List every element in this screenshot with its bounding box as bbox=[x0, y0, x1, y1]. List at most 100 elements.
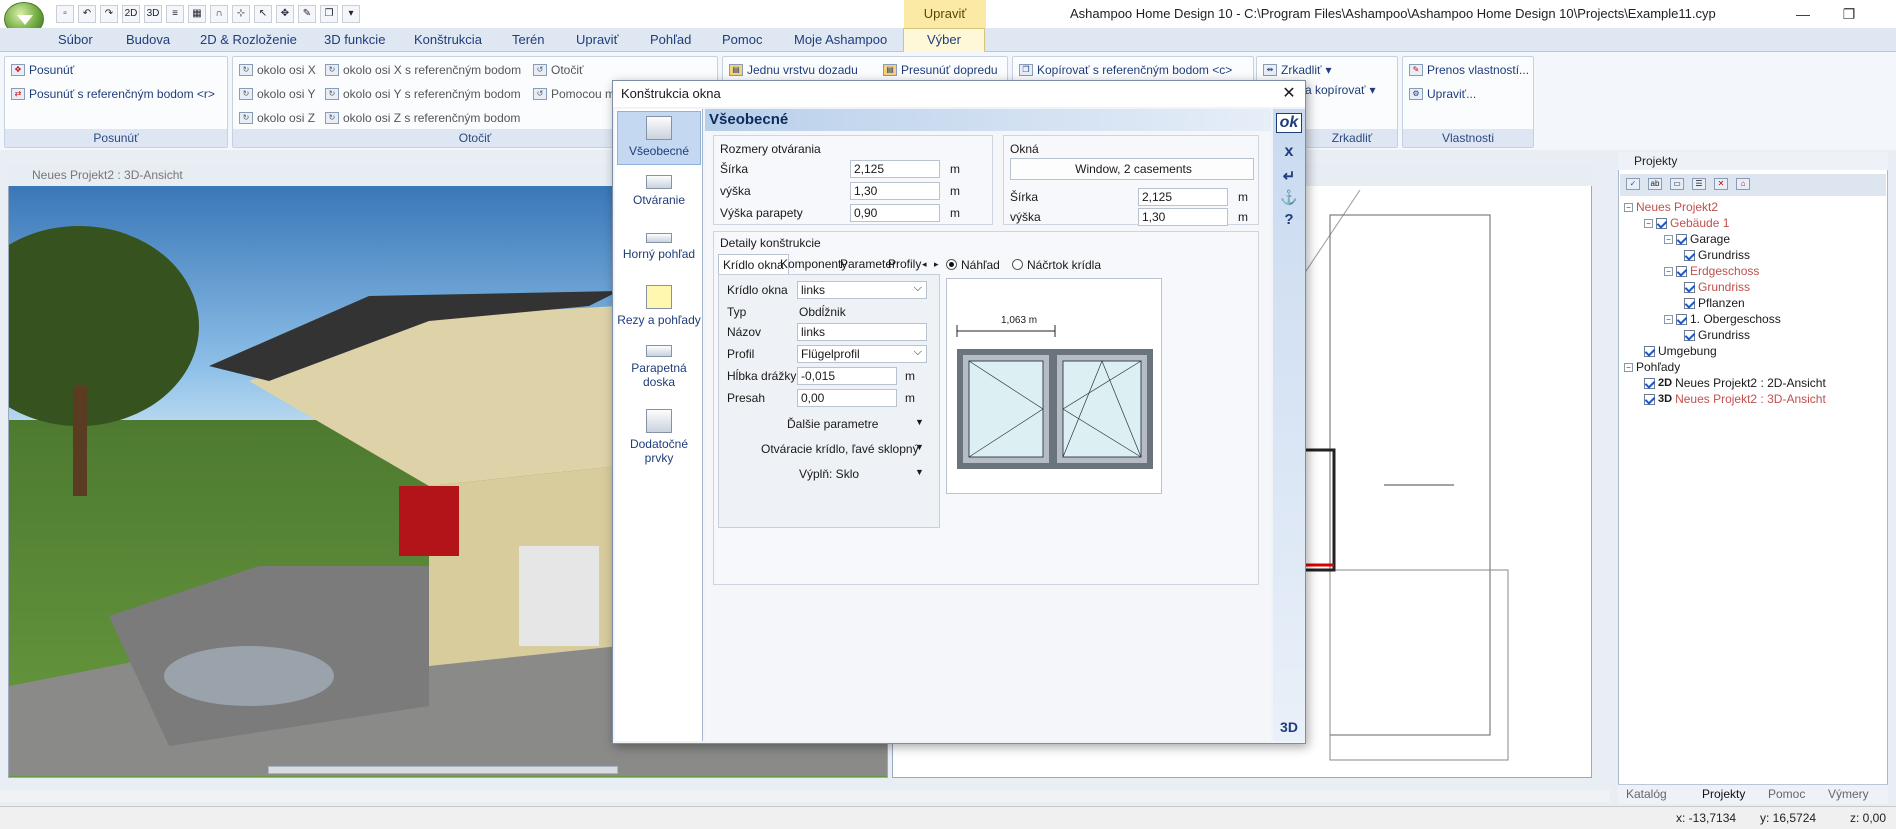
tree-item[interactable]: − Garage bbox=[1664, 232, 1730, 246]
tab-pomoc-panel[interactable]: Pomoc bbox=[1768, 787, 1805, 801]
collapse-icon[interactable]: − bbox=[1644, 218, 1653, 228]
checkbox-icon[interactable] bbox=[1644, 377, 1655, 389]
move-ref-button[interactable]: ⇄ Posunúť s referenčným bodom <r> bbox=[11, 87, 215, 101]
checkbox-icon[interactable] bbox=[1684, 297, 1695, 309]
tab-pohlad[interactable]: Pohľad bbox=[650, 32, 691, 47]
checkbox-icon[interactable] bbox=[1676, 313, 1687, 325]
chevron-down-icon[interactable]: ▼ bbox=[915, 467, 924, 477]
collapse-icon[interactable]: − bbox=[1664, 234, 1673, 244]
mirror-button[interactable]: ⇹ Zrkadliť ▾ bbox=[1263, 63, 1332, 77]
mirror-copy-button[interactable]: a kopírovať ▾ bbox=[1305, 83, 1376, 97]
tree-item[interactable]: Umgebung bbox=[1644, 344, 1717, 358]
layer-back-button[interactable]: ▤ Jednu vrstvu dozadu bbox=[729, 63, 858, 77]
name-input[interactable]: links bbox=[797, 323, 927, 341]
chevron-down-icon[interactable]: ▼ bbox=[915, 417, 924, 427]
grid-icon[interactable]: ▦ bbox=[188, 5, 206, 23]
tab-projekty[interactable]: Projekty bbox=[1702, 787, 1745, 801]
apply-button[interactable]: ↵ bbox=[1276, 167, 1302, 185]
view-3d-button[interactable]: 3D bbox=[144, 5, 162, 23]
rotate-z-ref-button[interactable]: ↻ okolo osi Z s referenčným bodom bbox=[325, 111, 520, 125]
tab-moje-ashampoo[interactable]: Moje Ashampoo bbox=[794, 32, 887, 47]
ok-button[interactable]: ok bbox=[1276, 113, 1302, 133]
sidebar-item-vseobecne[interactable]: Všeobecné bbox=[617, 111, 701, 165]
cancel-button[interactable]: x bbox=[1276, 143, 1302, 161]
copy-icon[interactable]: ❐ bbox=[320, 5, 338, 23]
folder-icon[interactable]: ▭ bbox=[1670, 178, 1684, 190]
opening-sash-dropdown[interactable]: Otváracie krídlo, ľavé sklopný bbox=[761, 442, 919, 456]
restore-button[interactable]: ❐ bbox=[1826, 0, 1872, 28]
tree-item[interactable]: − Gebäude 1 bbox=[1644, 216, 1729, 230]
tree-item[interactable]: Grundriss bbox=[1684, 280, 1750, 294]
view-2d-button[interactable]: 2D bbox=[122, 5, 140, 23]
sill-height-input[interactable]: 0,90 bbox=[850, 204, 940, 222]
delete-icon[interactable]: ✕ bbox=[1714, 178, 1728, 190]
minimize-button[interactable]: — bbox=[1780, 0, 1826, 28]
more-parameters-dropdown[interactable]: Ďalšie parametre bbox=[787, 417, 878, 431]
close-icon[interactable]: ✕ bbox=[1277, 81, 1301, 107]
tree-item[interactable]: − Pohľady bbox=[1624, 360, 1680, 374]
select-icon[interactable]: ↖ bbox=[254, 5, 272, 23]
edit-button[interactable]: ⚙ Upraviť... bbox=[1409, 87, 1476, 101]
checkbox-icon[interactable] bbox=[1684, 281, 1695, 293]
preview-3d-button[interactable]: 3D bbox=[1276, 719, 1302, 735]
properties-icon[interactable]: ☰ bbox=[1692, 178, 1706, 190]
check-icon[interactable]: ✓ bbox=[1626, 178, 1640, 190]
tree-item[interactable]: − Neues Projekt2 bbox=[1624, 200, 1718, 214]
tree-item[interactable]: − 1. Obergeschoss bbox=[1664, 312, 1781, 326]
rename-icon[interactable]: ab bbox=[1648, 178, 1662, 190]
sidebar-item-otvaranie[interactable]: Otváranie bbox=[617, 175, 701, 207]
draw-icon[interactable]: ✎ bbox=[298, 5, 316, 23]
tree-item[interactable]: 3D Neues Projekt2 : 3D-Ansicht bbox=[1644, 392, 1826, 406]
rotate-x-button[interactable]: ↻ okolo osi X bbox=[239, 63, 316, 77]
collapse-icon[interactable]: − bbox=[1664, 314, 1673, 324]
tab-vymery[interactable]: Výmery bbox=[1828, 787, 1869, 801]
tab-katalog[interactable]: Katalóg bbox=[1626, 787, 1667, 801]
tab-budova[interactable]: Budova bbox=[126, 32, 170, 47]
redo-icon[interactable]: ↷ bbox=[100, 5, 118, 23]
rotate-y-ref-button[interactable]: ↻ okolo osi Y s referenčným bodom bbox=[325, 87, 521, 101]
building-icon[interactable]: ⌂ bbox=[1736, 178, 1750, 190]
tab-konstrukcia[interactable]: Konštrukcia bbox=[414, 32, 482, 47]
rotate-by-mouse-button[interactable]: ↺ Pomocou m bbox=[533, 87, 615, 101]
checkbox-icon[interactable] bbox=[1656, 217, 1667, 229]
magnet-icon[interactable]: ∩ bbox=[210, 5, 228, 23]
sidebar-item-rezy[interactable]: Rezy a pohľady bbox=[617, 285, 701, 327]
checkbox-icon[interactable] bbox=[1644, 345, 1655, 357]
anchor-button[interactable]: ⚓ bbox=[1276, 189, 1302, 206]
depth-input[interactable]: -0,015 bbox=[797, 367, 897, 385]
tab-scroll-left-icon[interactable]: ◂ bbox=[918, 254, 931, 274]
collapse-icon[interactable]: − bbox=[1624, 202, 1633, 212]
tree-item[interactable]: 2D Neues Projekt2 : 2D-Ansicht bbox=[1644, 376, 1826, 390]
profile-select[interactable]: Flügelprofil bbox=[797, 344, 927, 363]
checkbox-icon[interactable] bbox=[1644, 393, 1655, 405]
tab-subor[interactable]: Súbor bbox=[58, 32, 93, 47]
width-input[interactable]: 2,125 bbox=[850, 160, 940, 178]
tab-pomoc[interactable]: Pomoc bbox=[722, 32, 762, 47]
tree-item[interactable]: Grundriss bbox=[1684, 328, 1750, 342]
tab-teren[interactable]: Terén bbox=[512, 32, 545, 47]
radio-preview[interactable]: Náhľad bbox=[946, 258, 1000, 272]
move-icon[interactable]: ✥ bbox=[276, 5, 294, 23]
tree-item[interactable]: Pflanzen bbox=[1684, 296, 1745, 310]
collapse-icon[interactable]: − bbox=[1624, 362, 1633, 372]
sash-select[interactable]: links bbox=[797, 280, 927, 299]
transfer-properties-button[interactable]: ✎ Prenos vlastností... bbox=[1409, 63, 1529, 77]
rotate-z-button[interactable]: ↻ okolo osi Z bbox=[239, 111, 315, 125]
new-icon[interactable]: ▫ bbox=[56, 5, 74, 23]
tab-3d-funkcie[interactable]: 3D funkcie bbox=[324, 32, 385, 47]
bring-forward-button[interactable]: ▤ Presunúť dopredu bbox=[883, 63, 998, 77]
chevron-down-icon[interactable]: ▼ bbox=[915, 442, 924, 452]
undo-icon[interactable]: ↶ bbox=[78, 5, 96, 23]
move-button[interactable]: ✥ Posunúť bbox=[11, 63, 74, 77]
rotate-button[interactable]: ↺ Otočiť bbox=[533, 63, 584, 77]
tree-item[interactable]: Grundriss bbox=[1684, 248, 1750, 262]
window-type-button[interactable]: Window, 2 casements bbox=[1010, 158, 1254, 180]
sidebar-item-horny-pohlad[interactable]: Horný pohľad bbox=[617, 233, 701, 261]
sidebar-item-parapetna-doska[interactable]: Parapetná doska bbox=[617, 345, 701, 389]
horizontal-scrollbar[interactable] bbox=[0, 790, 1610, 802]
radio-sketch[interactable]: Náčrtok krídla bbox=[1012, 258, 1101, 272]
rotate-x-ref-button[interactable]: ↻ okolo osi X s referenčným bodom bbox=[325, 63, 521, 77]
window-height-input[interactable]: 1,30 bbox=[1138, 208, 1228, 226]
rotate-y-button[interactable]: ↻ okolo osi Y bbox=[239, 87, 315, 101]
collapse-icon[interactable]: − bbox=[1664, 266, 1673, 276]
